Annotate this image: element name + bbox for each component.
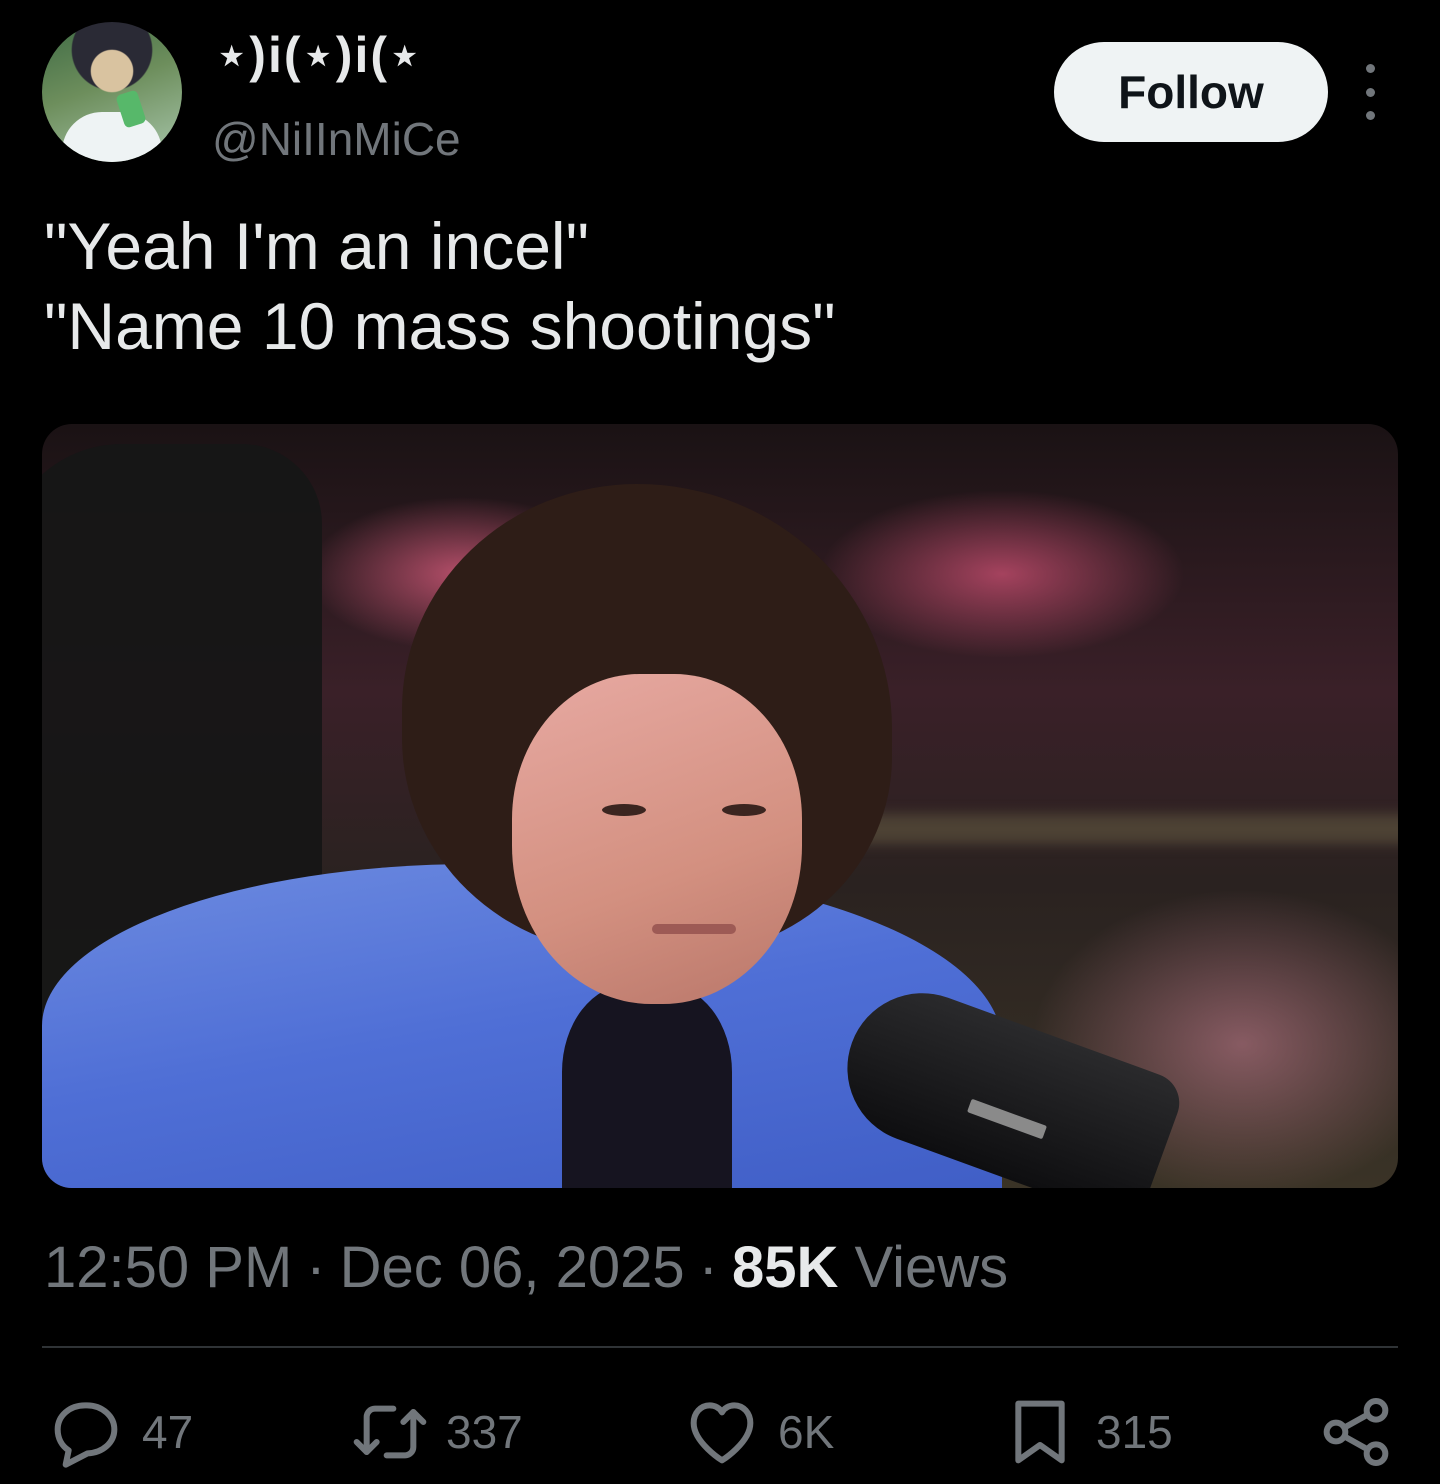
media-face	[512, 674, 802, 1004]
avatar[interactable]	[42, 22, 182, 162]
bookmark-count: 315	[1096, 1406, 1173, 1458]
share-icon	[1323, 1398, 1389, 1466]
media-eye-left	[602, 804, 646, 816]
follow-button[interactable]: Follow	[1054, 42, 1328, 142]
media-collar	[562, 984, 732, 1188]
tweet: ⋆)i(⋆)i(⋆ @NiIInMiCe Follow "Yeah I'm an…	[0, 0, 1440, 1484]
reply-button[interactable]: 47	[46, 1392, 193, 1472]
tweet-time[interactable]: 12:50 PM	[44, 1235, 292, 1300]
media-mouth	[652, 924, 736, 934]
retweet-count: 337	[446, 1406, 523, 1458]
reply-count: 47	[142, 1406, 194, 1458]
tweet-meta: 12:50 PM · Dec 06, 2025 · 85K Views	[44, 1234, 1008, 1301]
separator-dot: ·	[698, 1235, 718, 1300]
tweet-text: "Yeah I'm an incel" "Name 10 mass shooti…	[44, 209, 836, 363]
more-vertical-icon[interactable]	[1350, 64, 1390, 120]
media-shelf	[822, 814, 1398, 844]
reply-icon	[54, 1402, 118, 1468]
avatar-shirt	[62, 112, 162, 162]
heart-icon	[690, 1402, 754, 1464]
divider	[42, 1346, 1398, 1348]
tweet-media-image[interactable]	[42, 424, 1398, 1188]
tweet-date[interactable]: Dec 06, 2025	[340, 1235, 685, 1300]
share-button[interactable]	[1316, 1392, 1396, 1472]
separator-dot: ·	[306, 1235, 326, 1300]
retweet-button[interactable]: 337	[350, 1392, 523, 1472]
user-handle[interactable]: @NiIInMiCe	[212, 112, 461, 166]
bookmark-button[interactable]: 315	[1000, 1392, 1173, 1472]
media-eye-right	[722, 804, 766, 816]
action-bar: 47 337 6K 315	[42, 1392, 1398, 1472]
retweet-icon	[353, 1405, 427, 1459]
like-button[interactable]: 6K	[682, 1392, 834, 1472]
views-label: Views	[854, 1235, 1009, 1300]
display-name[interactable]: ⋆)i(⋆)i(⋆	[216, 26, 422, 84]
bookmark-icon	[1015, 1400, 1065, 1464]
views-count: 85K	[731, 1235, 839, 1300]
like-count: 6K	[778, 1406, 835, 1458]
